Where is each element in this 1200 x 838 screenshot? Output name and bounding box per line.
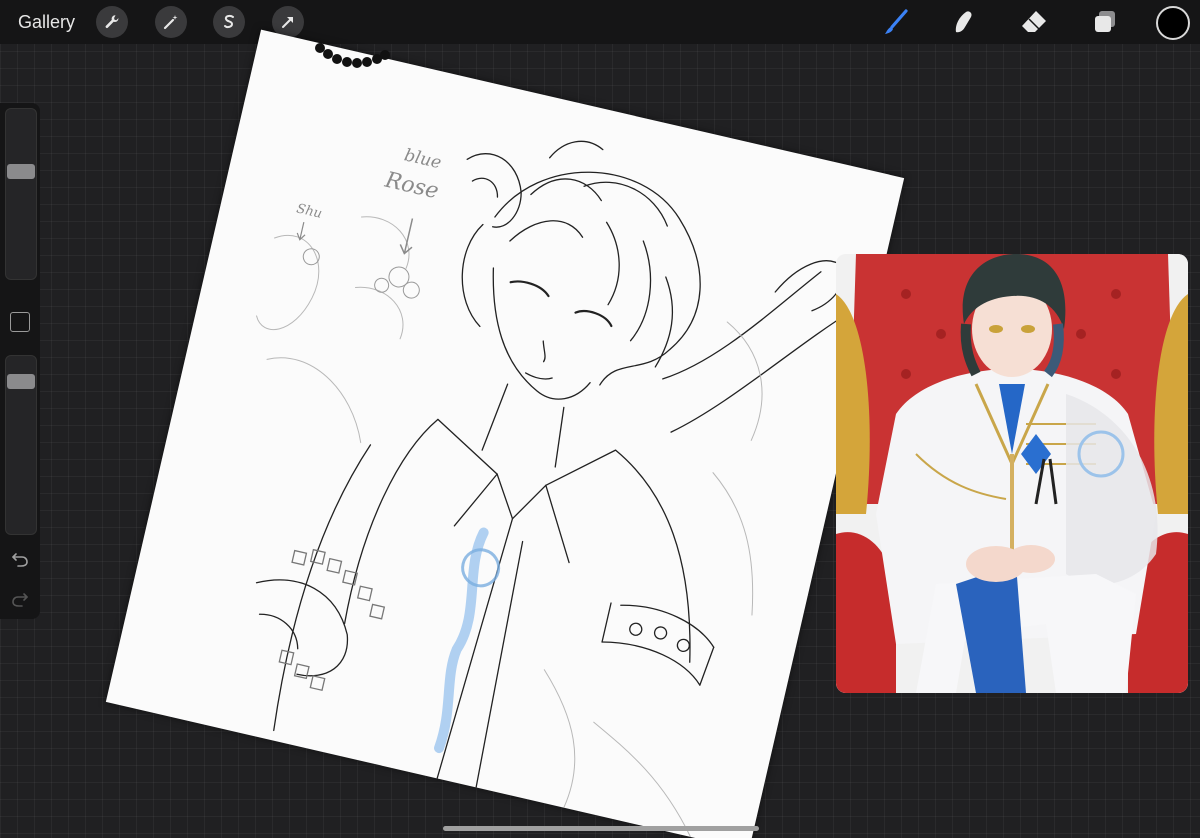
layers-icon bbox=[1095, 11, 1115, 32]
bead-chain-sketch bbox=[315, 43, 390, 68]
opacity-slider[interactable] bbox=[5, 355, 37, 535]
selection-s-icon bbox=[224, 14, 234, 29]
reference-window[interactable] bbox=[836, 254, 1188, 693]
smudge-tool[interactable] bbox=[948, 6, 980, 38]
redo-icon bbox=[12, 593, 28, 607]
undo-button[interactable] bbox=[8, 548, 32, 570]
selection-button[interactable] bbox=[213, 6, 245, 38]
line-art-sketch: blue Rose Shu bbox=[255, 140, 854, 838]
opacity-thumb[interactable] bbox=[7, 373, 35, 389]
brush-icon bbox=[885, 9, 908, 34]
home-indicator bbox=[443, 826, 759, 831]
modify-button[interactable] bbox=[10, 312, 30, 332]
layers-tool[interactable] bbox=[1089, 6, 1121, 38]
brush-size-slider[interactable] bbox=[5, 108, 37, 280]
brush-tool[interactable] bbox=[880, 6, 912, 38]
wrench-icon bbox=[105, 15, 119, 28]
redo-button[interactable] bbox=[8, 588, 32, 610]
smudge-icon bbox=[955, 11, 972, 33]
brush-size-thumb[interactable] bbox=[7, 163, 35, 179]
left-sidebar bbox=[0, 103, 40, 619]
drawing-canvas[interactable]: blue Rose Shu bbox=[105, 29, 905, 838]
eraser-tool[interactable] bbox=[1018, 6, 1050, 38]
eraser-icon bbox=[1022, 11, 1046, 32]
annotation-blue: blue bbox=[402, 145, 443, 173]
adjustments-button[interactable] bbox=[155, 6, 187, 38]
gallery-button[interactable]: Gallery bbox=[18, 10, 75, 34]
color-picker[interactable] bbox=[1156, 6, 1190, 40]
annotation-rose: Rose bbox=[382, 168, 441, 205]
undo-icon bbox=[12, 553, 28, 567]
top-toolbar: Gallery bbox=[0, 0, 1200, 44]
annotation-shu: Shu bbox=[295, 201, 323, 221]
actions-button[interactable] bbox=[96, 6, 128, 38]
procreate-app: Gallery blue Rose Shu bbox=[0, 0, 1200, 838]
magic-wand-icon bbox=[163, 15, 178, 30]
transform-arrow-icon bbox=[282, 17, 293, 28]
reference-image bbox=[836, 254, 1188, 693]
